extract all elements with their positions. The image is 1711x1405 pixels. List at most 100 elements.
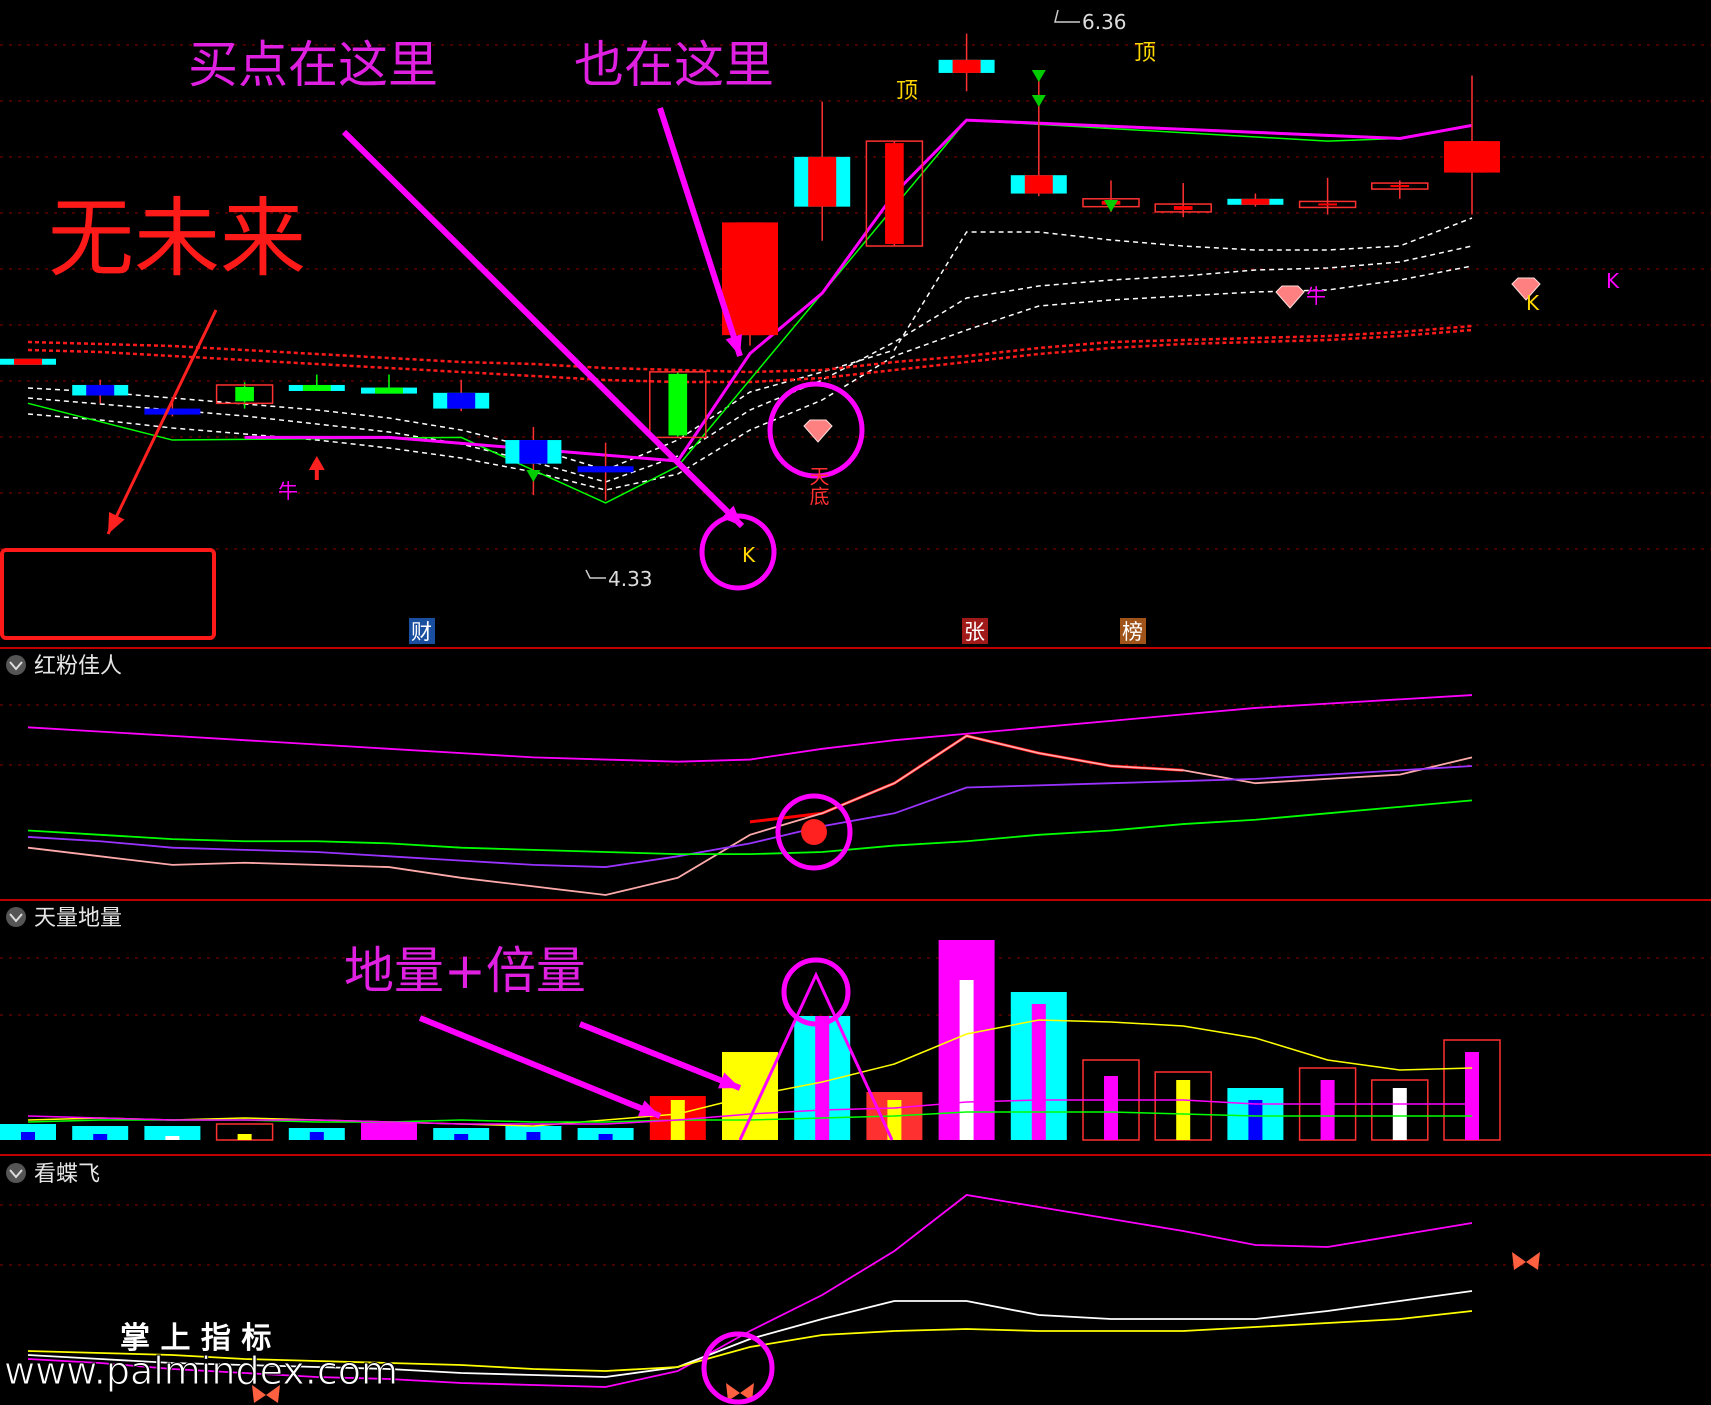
up-arrow-icon — [314, 468, 319, 480]
diamond-icon — [803, 419, 833, 443]
svg-text:榜: 榜 — [1122, 620, 1143, 644]
candle-body — [302, 384, 331, 391]
candle-body — [668, 373, 688, 436]
svg-text:张: 张 — [964, 620, 985, 644]
candle — [1298, 177, 1357, 215]
indicator1-line — [27, 765, 1473, 868]
chart-stage: 红粉佳人 天量地量 看蝶飞 6.36 4.33 顶 顶 牛 牛 K K K 天底… — [0, 0, 1711, 1405]
candle-body — [885, 143, 904, 244]
candle — [1444, 75, 1500, 215]
k-marker: K — [1526, 291, 1540, 315]
volume-inner-bar — [1176, 1080, 1191, 1140]
annotation-buy-here: 买点在这里 — [188, 36, 438, 94]
candle-body — [158, 408, 187, 415]
indicator1-header[interactable]: 红粉佳人 — [6, 654, 122, 679]
candle-body — [736, 222, 764, 336]
annotation-arrow — [341, 129, 745, 529]
candle — [361, 374, 417, 394]
top-label: 顶 — [1134, 41, 1156, 66]
candle-body — [86, 384, 115, 396]
top-label: 顶 — [896, 79, 918, 104]
k-marker: K — [742, 543, 756, 567]
price-high-label: 6.36 — [1082, 10, 1127, 34]
news-tag-zhang[interactable]: 张 — [962, 618, 988, 644]
price-low-label: 4.33 — [608, 567, 653, 591]
bull-marker: 牛 — [278, 479, 298, 503]
candle — [938, 33, 995, 92]
volume-inner-bar — [21, 1132, 35, 1140]
annotation-also-here: 也在这里 — [574, 36, 774, 94]
volume-inner-bar — [165, 1136, 180, 1140]
indicator1-line — [27, 799, 1473, 856]
annotation-arrow — [578, 1021, 742, 1091]
candle — [794, 101, 851, 241]
k-marker: K — [1606, 269, 1620, 293]
indicator1-line — [749, 734, 1184, 824]
annotation-circle — [781, 957, 851, 1027]
trend-line — [27, 119, 1400, 504]
candle-body — [519, 440, 548, 464]
tiandi-marker: 天底 — [806, 466, 830, 506]
diamond-icon — [1275, 285, 1305, 309]
annotation-arrow — [418, 1015, 662, 1119]
annotation-circle — [699, 513, 777, 591]
volume-inner-bar — [1248, 1100, 1263, 1140]
candle — [288, 374, 345, 391]
svg-text:财: 财 — [411, 620, 432, 644]
candle-body — [375, 387, 403, 394]
volume-inner-bar — [382, 1130, 396, 1140]
indicator1-lines — [27, 694, 1473, 896]
bull-marker: 牛 — [1306, 284, 1326, 308]
candle-body — [1318, 203, 1337, 206]
indicator3-header[interactable]: 看蝶飞 — [6, 1162, 100, 1187]
indicator1-title: 红粉佳人 — [34, 654, 122, 679]
candle — [72, 379, 129, 404]
chevron-down-icon[interactable] — [6, 907, 26, 927]
volume-inner-bar — [93, 1134, 108, 1140]
candle-body — [1390, 185, 1410, 188]
low-price-marker: 4.33 — [585, 567, 653, 591]
indicator2-bars — [0, 940, 1501, 1141]
candle — [1227, 193, 1284, 207]
candle-body — [447, 392, 476, 409]
candle-body — [235, 386, 254, 402]
candle-body — [1241, 198, 1270, 205]
watermark-url: www.palmindex.com — [4, 1349, 398, 1393]
volume-inner-bar — [1465, 1052, 1479, 1140]
volume-inner-bar — [454, 1134, 469, 1140]
candle-body — [1173, 206, 1193, 210]
volume-inner-bar — [1031, 1004, 1046, 1140]
down-arrow-icon — [1031, 95, 1046, 107]
annotation-volume: 地量+倍量 — [344, 942, 586, 1000]
indicator3-title: 看蝶飞 — [34, 1162, 100, 1187]
candle — [215, 382, 274, 409]
candle — [1154, 183, 1212, 218]
candle — [0, 358, 56, 365]
candle-body — [952, 59, 981, 73]
volume-inner-bar — [598, 1134, 613, 1140]
chevron-down-icon[interactable] — [6, 1163, 26, 1183]
butterfly-icon — [1512, 1252, 1540, 1270]
chevron-down-icon[interactable] — [6, 655, 26, 675]
indicator2-header[interactable]: 天量地量 — [6, 906, 122, 931]
candle — [433, 379, 490, 412]
volume-inner-bar — [1320, 1080, 1335, 1140]
candle-body — [1458, 141, 1486, 173]
down-arrow-icon — [1031, 70, 1046, 82]
candle — [1010, 75, 1067, 197]
candle — [577, 442, 634, 501]
candle — [1371, 180, 1429, 199]
volume-inner-bar — [526, 1132, 541, 1140]
up-arrow-icon — [308, 456, 325, 470]
annotation-no-future: 无未来 — [48, 189, 306, 289]
candle-body — [808, 156, 837, 207]
annotation-arrow — [106, 309, 218, 535]
candle-body — [1024, 175, 1053, 194]
annotation-arrow-head — [725, 334, 742, 356]
volume-inner-bar — [815, 1016, 830, 1140]
down-arrow-icon — [526, 470, 541, 482]
candle-body — [14, 358, 42, 365]
news-tag-cai[interactable]: 财 — [409, 618, 435, 644]
news-tag-bang[interactable]: 榜 — [1120, 618, 1146, 644]
volume-inner-bar — [309, 1132, 324, 1140]
